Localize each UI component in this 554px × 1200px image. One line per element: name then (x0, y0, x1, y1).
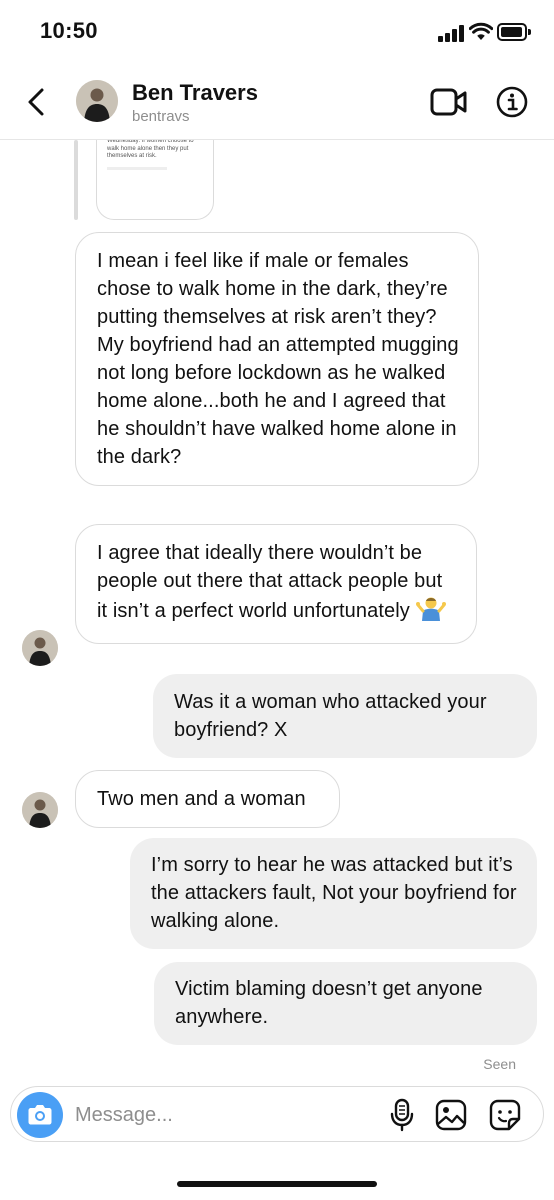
camera-button[interactable] (17, 1092, 63, 1138)
message-text: I agree that ideally there wouldn’t be p… (97, 542, 443, 622)
signal-icon (438, 24, 464, 42)
message-bubble[interactable]: Victim blaming doesn’t get anyone anywhe… (154, 962, 537, 1045)
avatar[interactable] (76, 80, 118, 122)
shared-post-divider (107, 166, 167, 170)
message-input[interactable] (75, 1101, 375, 1129)
message-bubble[interactable]: I mean i feel like if male or females ch… (75, 232, 479, 486)
message-text: Was it a woman who attacked your boyfrie… (174, 691, 487, 741)
message-bubble[interactable]: I agree that ideally there wouldn’t be p… (75, 524, 477, 644)
camera-icon (28, 1105, 52, 1125)
chevron-left-icon[interactable] (22, 84, 52, 120)
avatar[interactable] (22, 792, 58, 828)
status-bar: 10:50 (0, 0, 554, 64)
image-icon[interactable] (435, 1099, 467, 1131)
message-text: Victim blaming doesn’t get anyone anywhe… (175, 978, 483, 1028)
seen-receipt: Seen (483, 1056, 516, 1072)
wifi-icon (469, 22, 493, 40)
contact-username: bentravs (132, 108, 190, 125)
sticker-icon[interactable] (489, 1099, 521, 1131)
battery-icon (497, 23, 531, 41)
avatar[interactable] (22, 630, 58, 666)
info-icon[interactable] (496, 86, 528, 118)
reply-indicator (74, 140, 78, 220)
message-text: Two men and a woman (97, 788, 306, 810)
message-composer (10, 1086, 544, 1142)
shared-post-snippet: Wednesday: if women choose to walk home … (107, 140, 194, 159)
contact-name[interactable]: Ben Travers (132, 80, 258, 106)
chat-header: Ben Travers bentravs (0, 64, 554, 140)
message-text: I mean i feel like if male or females ch… (97, 250, 459, 468)
shrug-emoji (415, 595, 446, 629)
shared-post-preview[interactable]: Wednesday: if women choose to walk home … (96, 140, 214, 220)
message-bubble[interactable]: I’m sorry to hear he was attacked but it… (130, 838, 537, 949)
message-text: I’m sorry to hear he was attacked but it… (151, 854, 517, 932)
status-time: 10:50 (40, 18, 98, 43)
home-indicator[interactable] (177, 1181, 377, 1187)
video-camera-icon[interactable] (430, 86, 468, 118)
message-bubble[interactable]: Was it a woman who attacked your boyfrie… (153, 674, 537, 758)
message-bubble[interactable]: Two men and a woman (75, 770, 340, 828)
message-thread: Wednesday: if women choose to walk home … (0, 140, 554, 1080)
microphone-icon[interactable] (387, 1098, 417, 1132)
